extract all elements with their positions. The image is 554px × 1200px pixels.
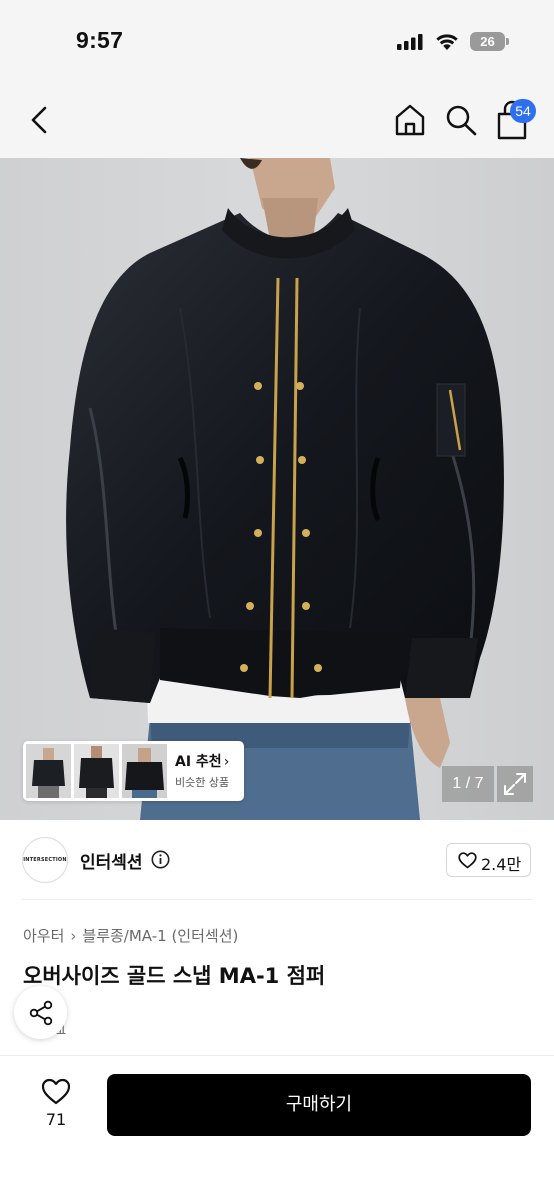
image-page-indicator: 1 / 7 <box>442 766 494 802</box>
product-title: 오버사이즈 골드 스냅 MA-1 점퍼 <box>23 964 326 988</box>
ai-thumbnail[interactable] <box>122 744 167 798</box>
shop-name[interactable]: 인터섹션 <box>80 848 143 873</box>
share-icon <box>29 1000 53 1026</box>
breadcrumb-subcategory[interactable]: 블루종/MA-1 (인터섹션) <box>82 927 238 945</box>
signal-icon <box>397 34 423 50</box>
share-button[interactable] <box>14 986 67 1039</box>
ai-recommendation-card[interactable]: AI 추천 › 비슷한 상품 <box>23 741 244 801</box>
ai-recommendation-subtitle: 비슷한 상품 <box>175 776 230 789</box>
product-image-gallery[interactable]: AI 추천 › 비슷한 상품 1 / 7 <box>0 158 554 820</box>
home-button[interactable] <box>392 102 428 138</box>
chevron-right-icon: › <box>70 927 77 945</box>
back-icon <box>31 106 47 134</box>
wishlist-count: 71 <box>45 1110 67 1129</box>
heart-icon <box>41 1078 71 1105</box>
breadcrumb: 아우터 › 블루종/MA-1 (인터섹션) <box>23 925 238 946</box>
cart-count-badge: 54 <box>510 99 536 123</box>
search-icon <box>446 105 477 136</box>
expand-icon <box>504 773 526 795</box>
back-button[interactable] <box>26 104 54 136</box>
wifi-icon <box>436 34 458 50</box>
ai-thumbnail[interactable] <box>26 744 71 798</box>
ai-recommendation-title: AI 추천 › <box>175 754 230 770</box>
ai-thumbnail[interactable] <box>74 744 119 798</box>
divider <box>22 899 532 900</box>
battery-level: 26 <box>470 32 505 51</box>
shop-logo[interactable]: INTERSECTION <box>22 837 68 883</box>
expand-image-button[interactable] <box>497 766 533 802</box>
battery-icon: 26 <box>470 32 510 51</box>
info-icon[interactable] <box>151 850 170 869</box>
search-button[interactable] <box>444 102 478 138</box>
nav-bar: 54 <box>0 82 554 158</box>
wishlist-button[interactable]: 71 <box>30 1074 82 1136</box>
heart-icon <box>458 852 477 869</box>
buy-button[interactable]: 구매하기 <box>107 1074 531 1136</box>
bottom-action-bar: 71 구매하기 <box>0 1055 554 1200</box>
product-photo <box>0 158 554 820</box>
status-bar: 9:57 26 <box>0 0 554 82</box>
status-time: 9:57 <box>76 27 124 53</box>
shop-like-count: 2.4만 <box>481 855 522 874</box>
cart-button[interactable]: 54 <box>494 99 538 140</box>
home-icon <box>395 104 425 136</box>
breadcrumb-category[interactable]: 아우터 <box>23 927 64 945</box>
shop-like-button[interactable]: 2.4만 <box>446 843 531 877</box>
shop-logo-text: INTERSECTION <box>23 857 67 863</box>
